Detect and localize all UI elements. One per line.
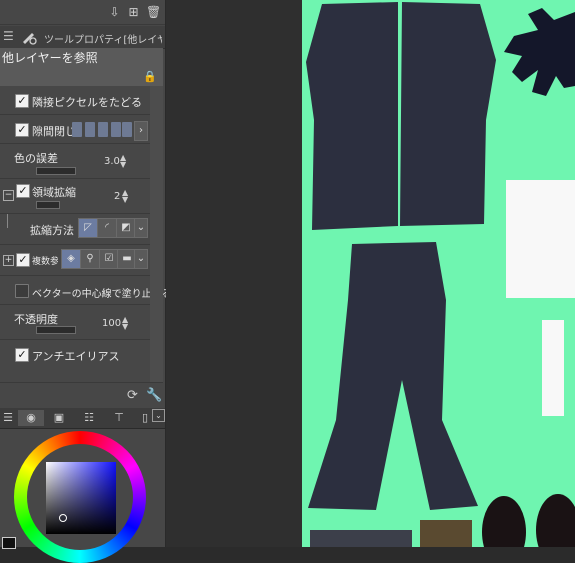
color-margin-value: 3.0 — [104, 156, 120, 167]
area-scaling-label: 領域拡縮 — [32, 186, 76, 199]
close-gap-level-4[interactable] — [111, 122, 121, 137]
color-set-tab-icon[interactable]: ☷ — [76, 410, 102, 426]
opacity-label: 不透明度 — [14, 313, 58, 326]
intermediate-color-tab-icon[interactable]: ⊤ — [106, 410, 132, 426]
adjacent-pixel-label: 隣接ピクセルをたどる — [32, 96, 142, 109]
current-color-swatch[interactable] — [2, 537, 16, 549]
row-vector-center: ベクターの中心線で塗り止まる — [0, 276, 172, 305]
canvas-artwork — [306, 2, 575, 547]
row-multiple-reference: + ✓ 複数参 ◈ ⚲ ☑ ▬ ⌄ — [0, 245, 150, 276]
boot-left — [482, 496, 526, 547]
reference-selected-icon[interactable]: ☑ — [99, 249, 119, 269]
row-scaling-method: 拡縮方法 ◸ ◜ ◩ ⌄ — [0, 214, 150, 245]
opacity-spinner[interactable]: ▲ ▼ — [122, 316, 128, 331]
close-gap-label: 隙間閉じ — [32, 125, 76, 138]
color-margin-label: 色の誤差 — [14, 152, 58, 165]
tool-property-tab[interactable]: ☰ ツールプロパティ[他レイヤーを参 — [0, 26, 165, 49]
area-scaling-slider[interactable] — [36, 201, 60, 209]
canvas[interactable] — [302, 0, 575, 547]
close-gap-checkbox[interactable]: ✓ — [15, 123, 29, 137]
saturation-value-square[interactable] — [46, 462, 116, 534]
adjacent-pixel-checkbox[interactable]: ✓ — [15, 94, 29, 108]
opacity-value: 100 — [102, 318, 122, 329]
garment-shirt-right — [400, 2, 496, 226]
white-patch-large — [506, 180, 575, 298]
multiple-reference-dropdown[interactable]: ⌄ — [134, 249, 148, 269]
row-opacity: 不透明度 100 ▲ ▼ — [0, 305, 150, 340]
garment-shirt-left — [306, 2, 398, 230]
scaling-method-label: 拡縮方法 — [30, 224, 74, 237]
workspace-background — [166, 0, 302, 547]
export-icon[interactable]: ⇩ — [108, 6, 121, 19]
tool-name-header: 他レイヤーを参照 🔒 — [0, 48, 163, 87]
color-tabs-dropdown[interactable]: ⌄ — [152, 409, 165, 422]
property-bottom-toolbar: ⟳ 🔧 — [0, 382, 163, 409]
row-antialiasing: ✓ アンチエイリアス — [0, 340, 150, 368]
white-patch-small — [542, 320, 564, 416]
left-panel: ⇩ ⊞ 🗑 ☰ ツールプロパティ[他レイヤーを参 他レイヤーを参照 🔒 ✓ 隣接… — [0, 0, 172, 563]
wrench-icon[interactable]: 🔧 — [146, 388, 162, 403]
new-layer-icon[interactable]: ⊞ — [127, 6, 140, 19]
garment-glove — [504, 8, 575, 96]
scaling-method-darkest-icon[interactable]: ◩ — [116, 218, 136, 238]
gray-bar — [310, 530, 412, 547]
menu-icon[interactable]: ☰ — [3, 29, 14, 43]
multiple-reference-checkbox[interactable]: ✓ — [16, 253, 30, 267]
area-scaling-checkbox[interactable]: ✓ — [16, 184, 30, 198]
area-scaling-spinner[interactable]: ▲ ▼ — [122, 189, 128, 204]
tree-line — [7, 214, 8, 228]
vector-center-checkbox[interactable] — [15, 284, 29, 298]
close-gap-level-1[interactable] — [72, 122, 82, 137]
close-gap-level-3[interactable] — [98, 122, 108, 137]
color-margin-slider[interactable] — [36, 167, 76, 175]
reference-layer-icon[interactable]: ⚲ — [80, 249, 100, 269]
boot-right — [536, 494, 575, 547]
garment-pants — [308, 242, 478, 510]
scaling-method-square-icon[interactable]: ◸ — [78, 218, 98, 238]
row-color-margin: 色の誤差 3.0 ▲ ▼ — [0, 144, 150, 179]
trash-icon[interactable]: 🗑 — [146, 6, 161, 19]
antialiasing-label: アンチエイリアス — [32, 350, 120, 363]
close-gap-more-button[interactable]: › — [134, 121, 148, 141]
opacity-slider[interactable] — [36, 326, 76, 334]
layer-toolbar: ⇩ ⊞ 🗑 — [0, 0, 165, 25]
brown-strip — [420, 520, 472, 547]
row-adjacent-pixel: ✓ 隣接ピクセルをたどる — [0, 86, 150, 115]
color-panel-tabs: ☰ ◉ ▣ ☷ ⊤ ▯ ⌄ — [0, 408, 165, 429]
scaling-method-dropdown[interactable]: ⌄ — [134, 218, 148, 238]
color-wheel-area — [0, 429, 165, 563]
color-history-tab-icon[interactable]: ▯ — [138, 410, 152, 426]
expand-icon[interactable]: + — [3, 255, 14, 266]
color-menu-icon[interactable]: ☰ — [0, 410, 16, 426]
property-scrollbar[interactable] — [150, 86, 163, 382]
scaling-method-round-icon[interactable]: ◜ — [97, 218, 117, 238]
panel-title: ツールプロパティ[他レイヤーを参 — [44, 35, 162, 46]
tool-property-list: ✓ 隣接ピクセルをたどる ✓ 隙間閉じ › 色の誤差 3.0 ▲ ▼ − ✓ 領域… — [0, 86, 172, 382]
color-wheel-tab-icon[interactable]: ◉ — [18, 410, 44, 426]
multiple-reference-label: 複数参 — [32, 257, 58, 267]
lock-icon[interactable]: 🔒 — [143, 70, 157, 83]
reset-icon[interactable]: ⟳ — [127, 388, 138, 403]
color-margin-spinner[interactable]: ▲ ▼ — [120, 154, 126, 169]
row-close-gap: ✓ 隙間閉じ › — [0, 115, 150, 144]
color-picker-cursor[interactable] — [59, 514, 67, 522]
close-gap-level-5[interactable] — [122, 122, 132, 137]
antialiasing-checkbox[interactable]: ✓ — [15, 348, 29, 362]
tool-property-icon — [23, 33, 37, 45]
collapse-icon[interactable]: − — [3, 190, 14, 201]
color-slider-tab-icon[interactable]: ▣ — [46, 410, 72, 426]
close-gap-level-2[interactable] — [85, 122, 95, 137]
area-scaling-value: 2 — [114, 191, 121, 202]
tool-name: 他レイヤーを参照 — [2, 51, 98, 65]
reference-all-layers-icon[interactable]: ◈ — [61, 249, 81, 269]
row-area-scaling: − ✓ 領域拡縮 2 ▲ ▼ — [0, 179, 150, 214]
